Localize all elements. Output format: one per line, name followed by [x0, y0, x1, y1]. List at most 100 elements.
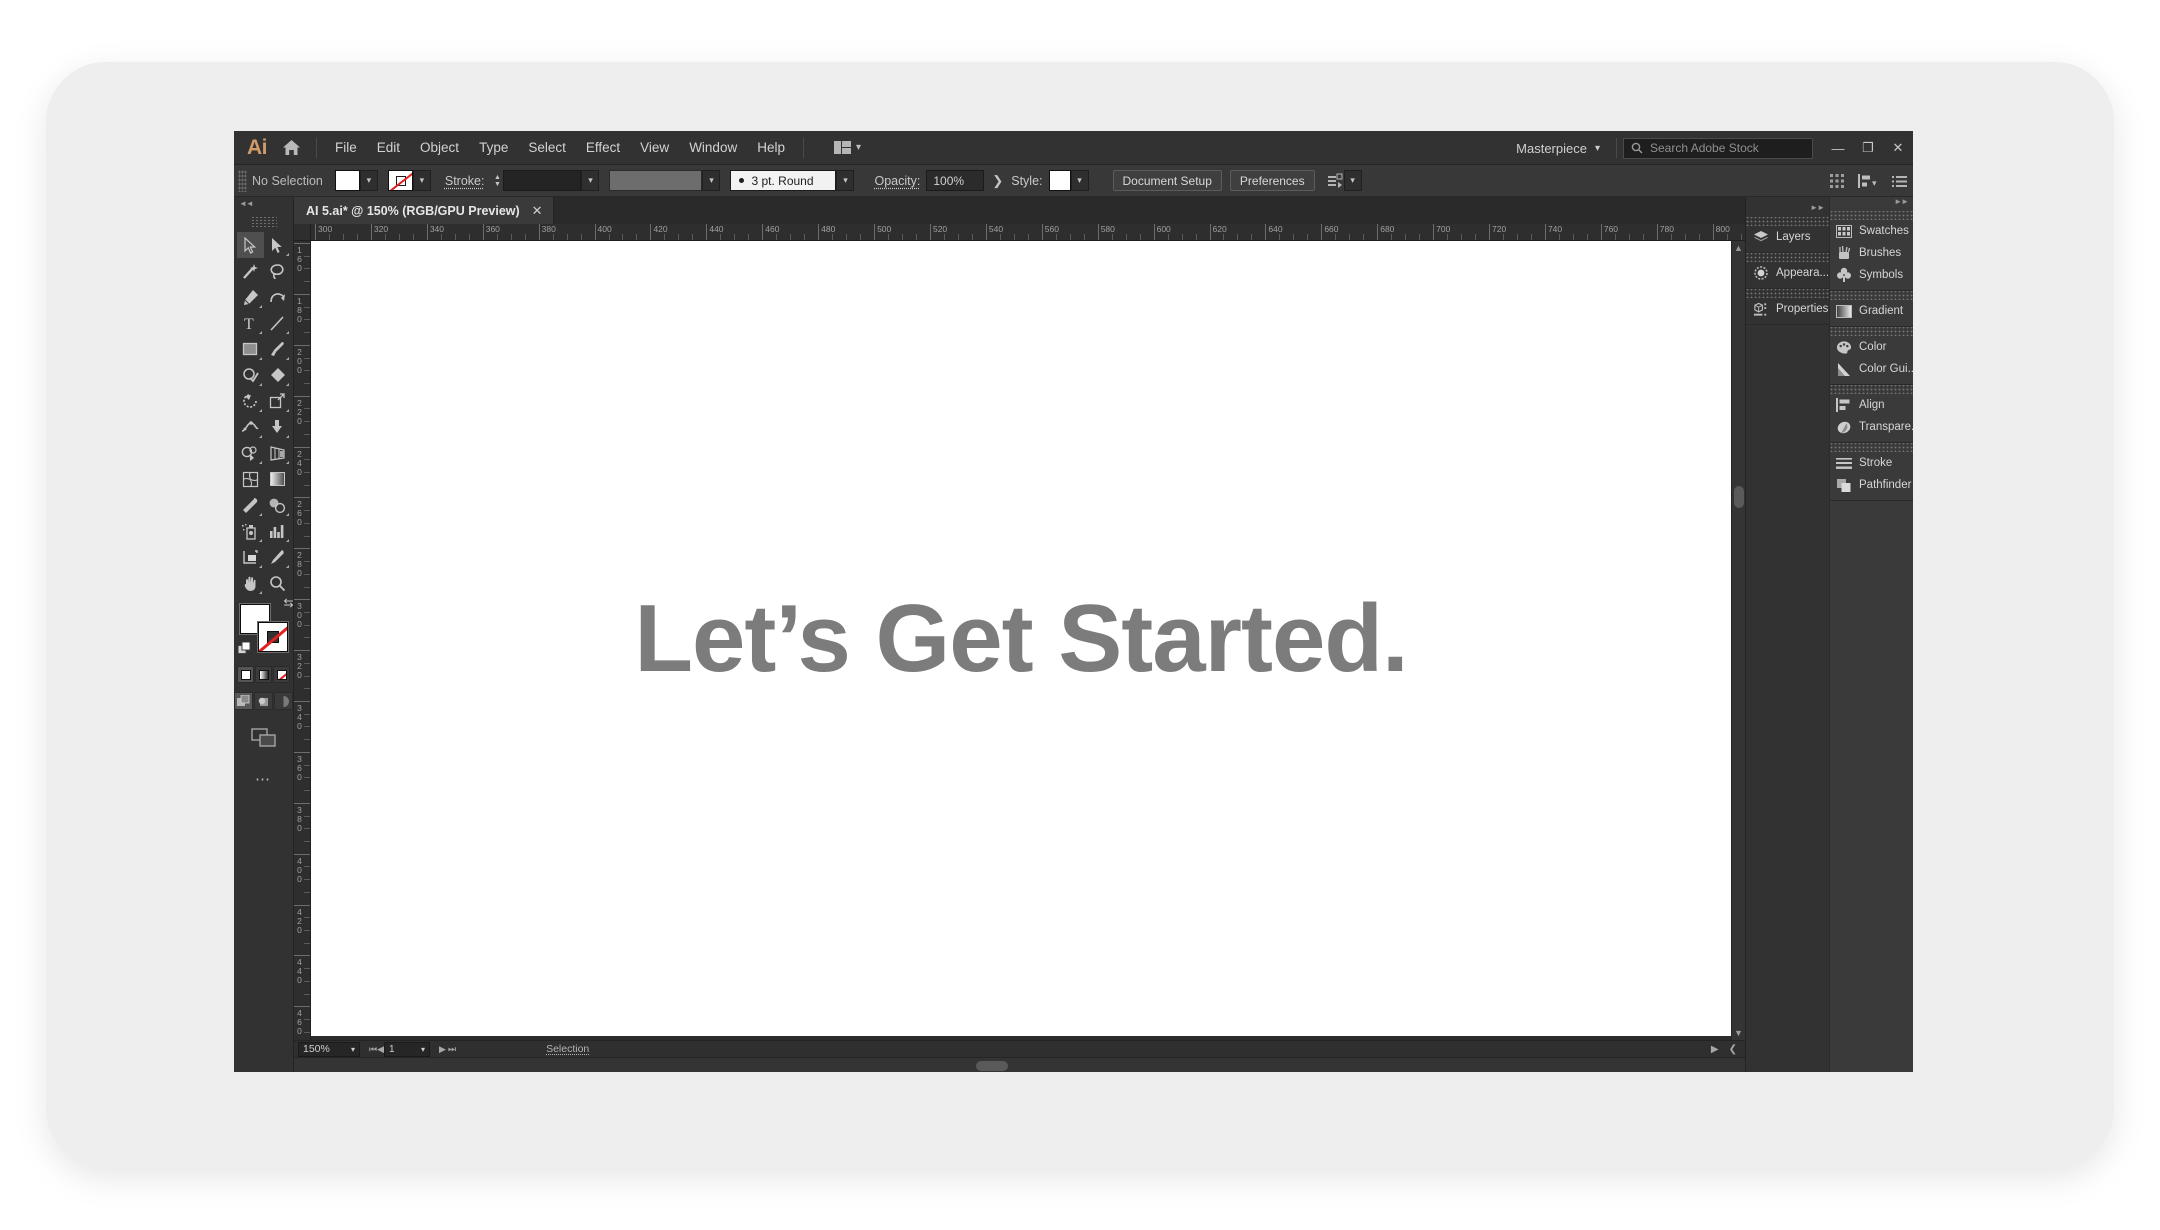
- color-mode-solid-button[interactable]: [237, 666, 254, 683]
- transform-grid-icon[interactable]: [1830, 174, 1844, 188]
- select-similar-chevron-down-icon[interactable]: ▾: [1343, 170, 1362, 191]
- dock-primary-collapse-button[interactable]: ►►: [1746, 203, 1829, 217]
- panel-group-grip[interactable]: [1830, 327, 1913, 336]
- opacity-expand-chevron-right-icon[interactable]: ❯: [992, 173, 1003, 189]
- panel-button-transparency[interactable]: Transpare...: [1830, 416, 1913, 438]
- screen-mode-button[interactable]: [250, 728, 277, 748]
- column-graph-tool[interactable]: [264, 518, 291, 544]
- stroke-color-control[interactable]: ▾: [387, 170, 431, 191]
- panel-button-pathfinder[interactable]: Pathfinder: [1830, 474, 1913, 496]
- menu-file[interactable]: File: [325, 135, 367, 160]
- stroke-stepper[interactable]: ▲ ▼: [491, 170, 503, 191]
- current-tool-indicator[interactable]: Selection: [546, 1043, 589, 1055]
- panel-button-gradient[interactable]: Gradient: [1830, 300, 1913, 322]
- opacity-input[interactable]: 100%: [926, 170, 985, 191]
- panel-button-appearance[interactable]: Appeara...: [1746, 262, 1829, 284]
- preferences-button[interactable]: Preferences: [1229, 170, 1315, 191]
- brush-definition-control[interactable]: 3 pt. Round ▾: [730, 170, 855, 191]
- panel-button-color-guide[interactable]: Color Gui...: [1830, 358, 1913, 380]
- type-tool[interactable]: T: [237, 310, 264, 336]
- workspace-switcher[interactable]: Masterpiece ▾: [1506, 141, 1610, 156]
- canvas-viewport[interactable]: Let’s Get Started.: [311, 241, 1731, 1040]
- brush-definition-chevron-down-icon[interactable]: ▾: [836, 170, 855, 191]
- document-tab-close-icon[interactable]: ✕: [532, 203, 543, 219]
- draw-normal-button[interactable]: [234, 692, 253, 710]
- draw-behind-button[interactable]: [254, 692, 273, 710]
- scale-tool[interactable]: [264, 388, 291, 414]
- horizontal-ruler[interactable]: 300 320 340 360 380 400 420 440 460 480 500 520 540 5…: [311, 224, 1745, 241]
- color-mode-gradient-button[interactable]: [255, 666, 272, 683]
- opacity-label[interactable]: Opacity:: [874, 174, 920, 188]
- perspective-grid-tool[interactable]: [264, 440, 291, 466]
- arrange-align-icon[interactable]: ▾: [1858, 174, 1878, 188]
- menu-select[interactable]: Select: [518, 135, 576, 160]
- vertical-ruler[interactable]: 160 180 200 220 240 260 280 300 320 340 360 380 400 4…: [294, 241, 311, 1040]
- width-tool[interactable]: [237, 414, 264, 440]
- shaper-tool[interactable]: [237, 362, 264, 388]
- width-profile-slot[interactable]: [609, 170, 703, 191]
- document-tab[interactable]: AI 5.ai* @ 150% (RGB/GPU Preview) ✕: [294, 197, 554, 224]
- stroke-dropdown-chevron-down-icon[interactable]: ▾: [412, 170, 431, 191]
- artboard-text[interactable]: Let’s Get Started.: [311, 584, 1731, 694]
- color-mode-none-button[interactable]: [273, 666, 290, 683]
- stroke-weight-chevron-down-icon[interactable]: ▾: [581, 170, 600, 191]
- gradient-tool[interactable]: [264, 466, 291, 492]
- panel-button-brushes[interactable]: Brushes: [1830, 242, 1913, 264]
- symbol-sprayer-tool[interactable]: [237, 518, 264, 544]
- adobe-stock-search[interactable]: Search Adobe Stock: [1623, 137, 1813, 159]
- panel-menu-icon[interactable]: [1892, 175, 1907, 188]
- artboard-nav-prev[interactable]: ◀: [377, 1044, 384, 1055]
- rotate-tool[interactable]: [237, 388, 264, 414]
- restore-button[interactable]: ❐: [1853, 131, 1883, 165]
- fill-control[interactable]: ▾: [334, 170, 378, 191]
- panel-button-symbols[interactable]: Symbols: [1830, 264, 1913, 286]
- panel-button-layers[interactable]: Layers: [1746, 226, 1829, 248]
- brush-definition-box[interactable]: 3 pt. Round: [730, 170, 837, 191]
- artboard[interactable]: Let’s Get Started.: [311, 241, 1731, 1036]
- edit-toolbar-more-icon[interactable]: ⋯: [255, 770, 272, 788]
- menu-object[interactable]: Object: [410, 135, 469, 160]
- horizontal-scrollbar[interactable]: [294, 1057, 1745, 1072]
- artboard-number-input[interactable]: 1 ▾: [384, 1041, 431, 1057]
- draw-inside-button[interactable]: [274, 692, 293, 710]
- panel-button-swatches[interactable]: Swatches: [1830, 220, 1913, 242]
- graphic-style-chevron-down-icon[interactable]: ▾: [1070, 170, 1089, 191]
- zoom-level-control[interactable]: 150% ▾: [298, 1041, 360, 1057]
- panel-button-color[interactable]: Color: [1830, 336, 1913, 358]
- selection-tool[interactable]: [236, 232, 264, 258]
- ruler-corner[interactable]: [294, 224, 311, 241]
- free-transform-tool[interactable]: [264, 414, 291, 440]
- stroke-weight-input[interactable]: [503, 170, 582, 191]
- fill-swatch[interactable]: [334, 170, 360, 191]
- document-setup-button[interactable]: Document Setup: [1112, 170, 1222, 191]
- vertical-scroll-thumb[interactable]: [1734, 486, 1744, 508]
- artboard-tool[interactable]: [237, 544, 264, 570]
- line-segment-tool[interactable]: [264, 310, 291, 336]
- tools-collapse-button[interactable]: ◄◄: [234, 199, 293, 214]
- hand-tool[interactable]: [237, 570, 264, 596]
- curvature-tool[interactable]: [264, 284, 291, 310]
- stroke-swatch-none[interactable]: [387, 170, 413, 191]
- menu-type[interactable]: Type: [469, 135, 518, 160]
- variable-width-profile[interactable]: ▾: [609, 170, 721, 191]
- panel-group-grip[interactable]: [1746, 289, 1829, 298]
- paintbrush-tool[interactable]: [264, 336, 291, 362]
- panel-button-stroke[interactable]: Stroke: [1830, 452, 1913, 474]
- graphic-style-swatch[interactable]: [1048, 170, 1071, 191]
- panel-group-grip[interactable]: [1830, 443, 1913, 452]
- select-similar-control[interactable]: ▾: [1327, 170, 1362, 191]
- panel-group-grip[interactable]: [1746, 217, 1829, 226]
- pen-tool[interactable]: [237, 284, 264, 310]
- panel-group-grip[interactable]: [1830, 211, 1913, 220]
- minimize-button[interactable]: —: [1823, 131, 1853, 165]
- tools-panel-grip[interactable]: [250, 216, 277, 227]
- panel-group-grip[interactable]: [1746, 253, 1829, 262]
- panel-button-align[interactable]: Align: [1830, 394, 1913, 416]
- artboard-nav-first[interactable]: ⏮: [369, 1044, 377, 1055]
- control-bar-grip[interactable]: [238, 169, 247, 192]
- stroke-weight-label[interactable]: Stroke:: [445, 174, 485, 188]
- status-resize-icon[interactable]: ❮: [1729, 1044, 1737, 1055]
- panel-group-grip[interactable]: [1830, 291, 1913, 300]
- zoom-tool[interactable]: [264, 570, 291, 596]
- menu-help[interactable]: Help: [747, 135, 795, 160]
